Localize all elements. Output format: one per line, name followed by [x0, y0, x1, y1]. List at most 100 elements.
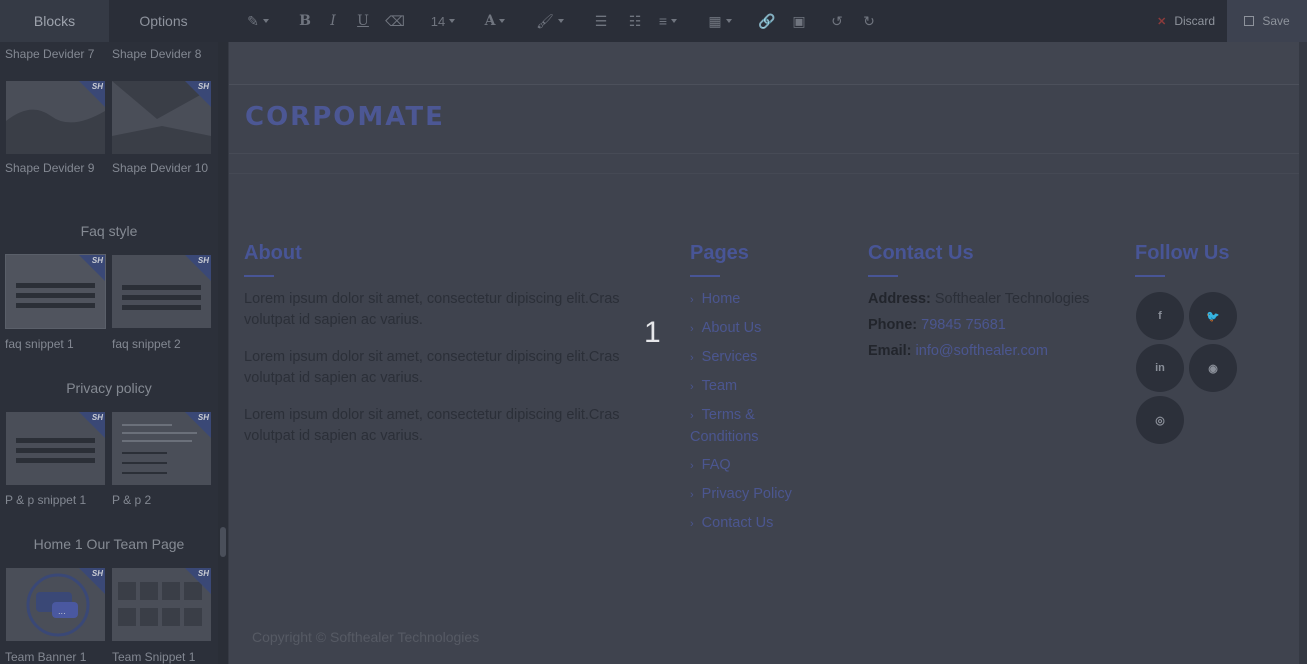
chevron-right-icon: › — [690, 381, 694, 393]
facebook-icon[interactable]: f — [1136, 292, 1184, 340]
instagram-icon[interactable]: ◎ — [1136, 396, 1184, 444]
close-icon: ✕ — [1157, 15, 1167, 28]
image-button[interactable]: ▣ — [790, 0, 808, 42]
policy-line — [122, 462, 167, 464]
footer-link-privacy[interactable]: › Privacy Policy — [690, 484, 792, 506]
copyright-text: Copyright © Softhealer Technologies — [252, 629, 480, 645]
bold-button[interactable]: B — [296, 0, 314, 42]
snippet-thumb-shape-devider-9[interactable]: SH — [6, 81, 105, 154]
footer-link-about[interactable]: › About Us — [690, 318, 761, 340]
chevron-down-icon — [449, 19, 456, 23]
font-color-button[interactable]: A — [482, 0, 508, 42]
snippet-label: faq snippet 1 — [5, 337, 74, 351]
link-label: Terms & Conditions — [690, 407, 759, 445]
follow-title: Follow Us — [1135, 242, 1230, 264]
chevron-right-icon: › — [690, 518, 694, 530]
snippet-thumb-privacy-2[interactable]: SH — [112, 412, 211, 485]
snippet-thumb-faq-1[interactable]: SH — [5, 254, 106, 329]
link-label: Privacy Policy — [701, 486, 792, 502]
snippet-thumb-shape-devider-10[interactable]: SH — [112, 81, 211, 154]
policy-bar — [16, 448, 95, 453]
redo-button[interactable]: ↻ — [860, 0, 878, 42]
policy-line — [122, 452, 167, 454]
underline-button[interactable]: U — [354, 0, 372, 42]
discard-label: Discard — [1174, 14, 1215, 28]
badge-text: SH — [91, 569, 103, 578]
chevron-down-icon — [671, 19, 678, 23]
save-button[interactable]: Save — [1227, 0, 1307, 42]
svg-text:...: ... — [58, 607, 66, 616]
drop-indicator-number: 1 — [644, 316, 661, 349]
font-color-icon: A — [484, 13, 496, 29]
snippet-label: faq snippet 2 — [112, 337, 181, 351]
site-logo[interactable]: CORPOMATE — [245, 102, 445, 132]
top-band — [229, 42, 1300, 85]
contact-address: Address: Softhealer Technologies — [868, 291, 1089, 307]
snippet-label: P & p snippet 1 — [5, 493, 87, 507]
align-button[interactable]: ≡ — [654, 0, 682, 42]
faq-bar — [16, 303, 95, 308]
phone-link[interactable]: 79845 75681 — [921, 317, 1006, 333]
discard-button[interactable]: ✕ Discard — [1145, 0, 1227, 42]
twitter-icon[interactable]: 🐦 — [1189, 292, 1237, 340]
footer-link-services[interactable]: › Services — [690, 347, 757, 369]
image-icon: ▣ — [792, 12, 806, 29]
undo-button[interactable]: ↺ — [828, 0, 846, 42]
scrollbar-thumb[interactable] — [220, 527, 226, 557]
magic-style-button[interactable]: ✎ — [244, 0, 272, 42]
policy-line — [122, 472, 167, 474]
eraser-button[interactable]: ⌫ — [385, 0, 405, 42]
section-title: Faq style — [80, 223, 138, 239]
floppy-disk-icon — [1244, 16, 1255, 26]
snippet-thumb-team-snippet[interactable]: SH — [112, 568, 211, 641]
footer-link-faq[interactable]: › FAQ — [690, 455, 731, 477]
magic-wand-icon: ✎ — [247, 12, 259, 29]
chevron-right-icon: › — [690, 489, 694, 501]
save-label: Save — [1262, 14, 1290, 28]
faq-bar — [122, 285, 201, 290]
chevron-right-icon: › — [690, 460, 694, 472]
address-label: Address: — [868, 291, 931, 307]
snippet-thumb-privacy-1[interactable]: SH — [6, 412, 105, 485]
bullet-list-icon: ☰ — [594, 12, 608, 29]
header-divider — [229, 154, 1300, 174]
email-link[interactable]: info@softhealer.com — [916, 343, 1048, 359]
linkedin-icon[interactable]: in — [1136, 344, 1184, 392]
site-header: CORPOMATE — [229, 86, 1300, 154]
snippet-thumb-team-banner[interactable]: ... SH — [6, 568, 105, 641]
footer-link-terms[interactable]: › Terms & Conditions — [690, 405, 800, 448]
numbered-list-button[interactable]: ☷ — [626, 0, 644, 42]
snippet-label: Shape Devider 8 — [112, 47, 202, 61]
footer-link-home[interactable]: › Home — [690, 289, 740, 311]
link-icon: 🔗 — [758, 12, 776, 29]
about-paragraph: Lorem ipsum dolor sit amet, consectetur … — [244, 291, 620, 328]
snippet-label: P & p 2 — [112, 493, 152, 507]
about-paragraph: Lorem ipsum dolor sit amet, consectetur … — [244, 349, 620, 386]
italic-button[interactable]: I — [324, 0, 342, 42]
background-color-button[interactable]: 🖌 — [536, 0, 564, 42]
tab-blocks[interactable]: Blocks — [0, 0, 109, 42]
footer-link-contact[interactable]: › Contact Us — [690, 513, 773, 535]
editor-app: Blocks Options Shape Devider 7 Shape Dev… — [0, 0, 1307, 664]
snippet-label: Team Snippet 1 — [112, 650, 196, 664]
align-left-icon: ≡ — [658, 13, 668, 29]
table-button[interactable]: ▦ — [706, 0, 734, 42]
underline-icon: U — [357, 13, 369, 29]
footer-link-team[interactable]: › Team — [690, 376, 737, 398]
contact-phone: Phone: 79845 75681 — [868, 317, 1006, 333]
github-icon[interactable]: ◉ — [1189, 344, 1237, 392]
pages-underline — [690, 275, 720, 277]
link-button[interactable]: 🔗 — [758, 0, 776, 42]
snippet-label: Shape Devider 10 — [112, 161, 209, 175]
font-size-select[interactable]: 14 — [428, 0, 458, 42]
undo-icon: ↺ — [831, 12, 843, 29]
contact-email: Email: info@softhealer.com — [868, 343, 1048, 359]
email-label: Email: — [868, 343, 912, 359]
snippet-thumb-faq-2[interactable]: SH — [112, 255, 211, 328]
tab-options[interactable]: Options — [109, 0, 218, 42]
snippet-label: Shape Devider 7 — [5, 47, 95, 61]
bullet-list-button[interactable]: ☰ — [592, 0, 610, 42]
section-title: Home 1 Our Team Page — [33, 536, 185, 552]
sidebar-scrollbar[interactable] — [218, 42, 228, 664]
numbered-list-icon: ☷ — [628, 12, 642, 29]
